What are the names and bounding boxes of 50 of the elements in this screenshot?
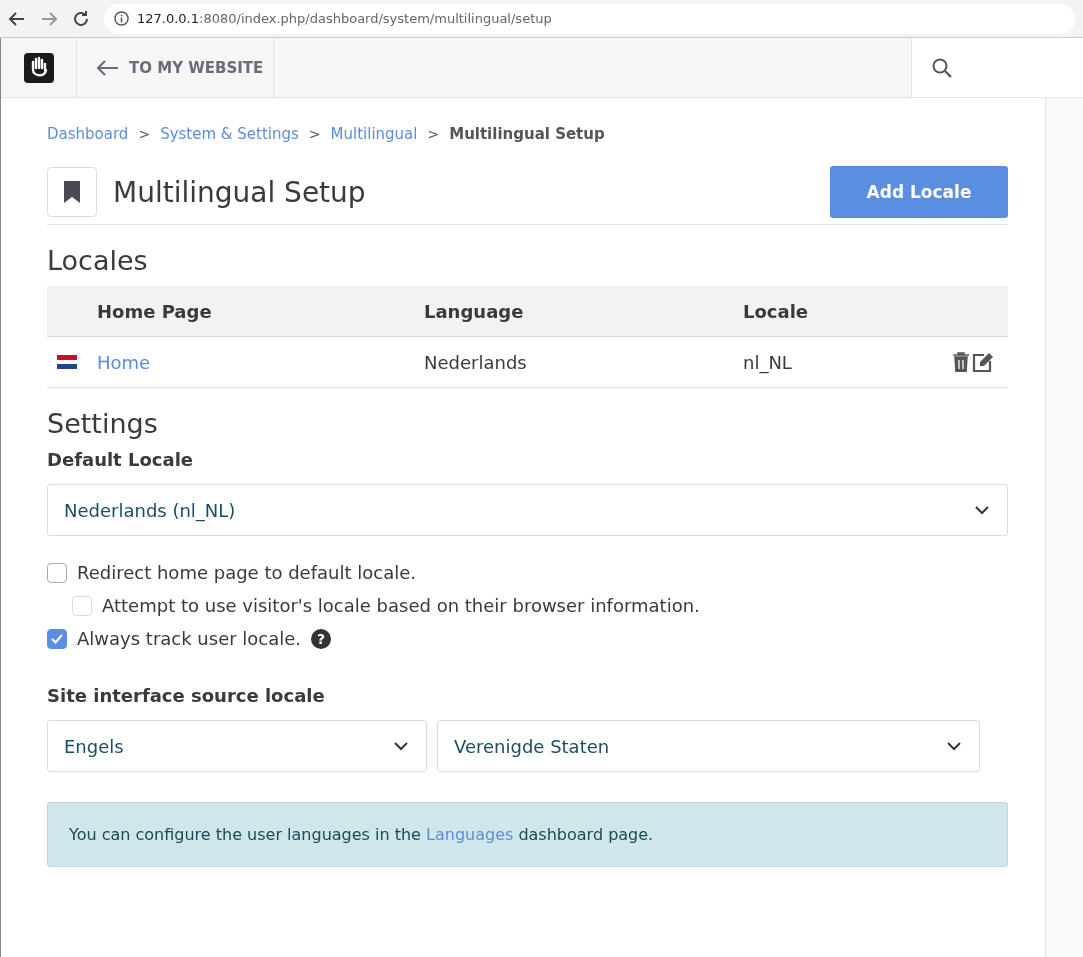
country-select[interactable]: Verenigde Staten	[437, 720, 980, 772]
checkbox-label: Attempt to use visitor's locale based on their browser information.	[102, 595, 700, 616]
column-header: Language	[424, 286, 743, 337]
url-text: 127.0.0.1:8080/index.php/dashboard/system/multilingual/setup	[137, 11, 552, 26]
table-cell: nl_NL	[743, 337, 952, 388]
chevron-down-icon	[947, 741, 961, 751]
breadcrumb-separator: >	[138, 126, 151, 142]
column-header: Home Page	[97, 286, 424, 337]
table-header-cell	[47, 286, 97, 337]
breadcrumb-separator: >	[308, 126, 321, 142]
section-heading: Settings	[47, 408, 159, 439]
bookmark-icon	[64, 181, 80, 203]
page-title: Multilingual Setup	[113, 175, 366, 209]
back-to-website-link[interactable]: TO MY WEBSITE	[77, 38, 274, 97]
help-icon[interactable]: ?	[311, 628, 332, 649]
checkbox-label: Always track user locale.	[77, 628, 302, 649]
column-header: Locale	[743, 286, 952, 337]
reload-icon[interactable]	[72, 9, 90, 28]
address-bar[interactable]: 127.0.0.1:8080/index.php/dashboard/system/multilingual/setup	[104, 3, 1075, 34]
chevron-down-icon	[394, 741, 408, 751]
default-locale-select[interactable]: Nederlands (nl_NL)	[47, 484, 1008, 536]
breadcrumb-link[interactable]: System & Settings	[160, 125, 299, 143]
add-locale-button[interactable]: Add Locale	[830, 166, 1008, 218]
table-cell: Nederlands	[424, 337, 743, 388]
edit-icon[interactable]	[972, 352, 994, 372]
home-page-link[interactable]: Home	[97, 351, 151, 373]
forward-icon[interactable]	[40, 9, 58, 28]
breadcrumb-separator: >	[427, 126, 440, 142]
chevron-down-icon	[975, 505, 989, 515]
info-message: You can configure the user languages in the Languages dashboard page.	[47, 802, 1008, 867]
trash-icon[interactable]	[952, 352, 970, 372]
flag-icon	[57, 355, 77, 369]
breadcrumb-current: Multilingual Setup	[449, 125, 605, 143]
checkbox[interactable]	[47, 562, 67, 583]
breadcrumb-link[interactable]: Multilingual	[330, 125, 418, 143]
hand-logo-icon[interactable]	[23, 52, 54, 83]
section-heading: Locales	[47, 245, 149, 276]
field-label: Default Locale	[47, 449, 194, 470]
languages-link[interactable]: Languages	[426, 825, 514, 844]
checkbox-label: Redirect home page to default locale.	[77, 562, 416, 583]
search-icon	[932, 57, 952, 78]
back-icon[interactable]	[8, 9, 26, 28]
checkbox[interactable]	[47, 628, 67, 649]
breadcrumb-link[interactable]: Dashboard	[47, 125, 129, 143]
info-icon	[114, 11, 129, 26]
table-header-cell	[952, 286, 1008, 337]
field-label: Site interface source locale	[47, 685, 326, 706]
check-icon	[51, 633, 63, 644]
arrow-left-icon	[97, 59, 119, 76]
language-select[interactable]: Engels	[47, 720, 427, 772]
